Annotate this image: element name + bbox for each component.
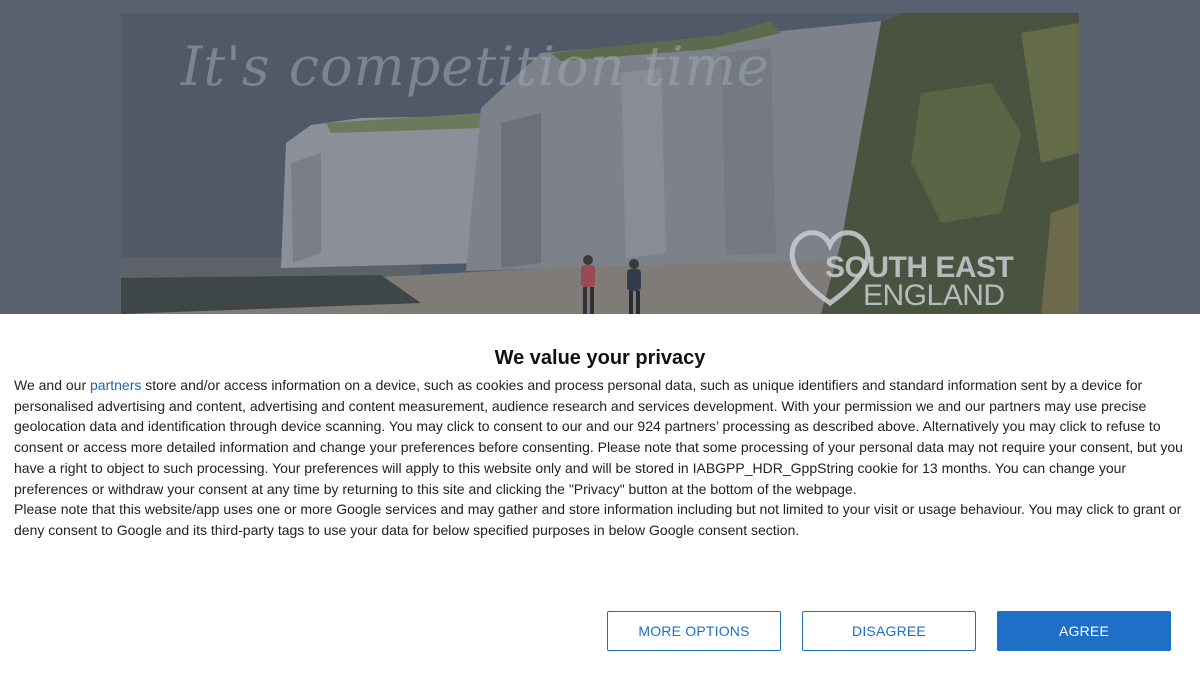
hero-tagline: It's competition time — [181, 35, 770, 98]
brand-line-england: ENGLAND — [863, 279, 1005, 312]
consent-title: We value your privacy — [494, 347, 706, 369]
privacy-consent-dialog: We value your privacy We and our partner… — [0, 314, 1200, 675]
consent-paragraph-2: Please note that this website/app uses o… — [14, 501, 1182, 538]
partners-link[interactable]: partners — [90, 377, 141, 393]
consent-paragraph-1: We and our partners store and/or access … — [14, 375, 1186, 499]
brand-logo: SOUTH EAST ENGLAND — [785, 223, 1025, 313]
more-options-button[interactable]: MORE OPTIONS — [607, 611, 781, 651]
disagree-button[interactable]: DISAGREE — [802, 611, 976, 651]
agree-button[interactable]: AGREE — [997, 611, 1171, 651]
consent-details-text: store and/or access information on a dev… — [14, 377, 1183, 497]
consent-body: We and our partners store and/or access … — [14, 375, 1186, 541]
hero-banner: It's competition time SOUTH EAST ENGLAND — [121, 13, 1079, 314]
consent-intro-text: We and our — [14, 377, 91, 393]
